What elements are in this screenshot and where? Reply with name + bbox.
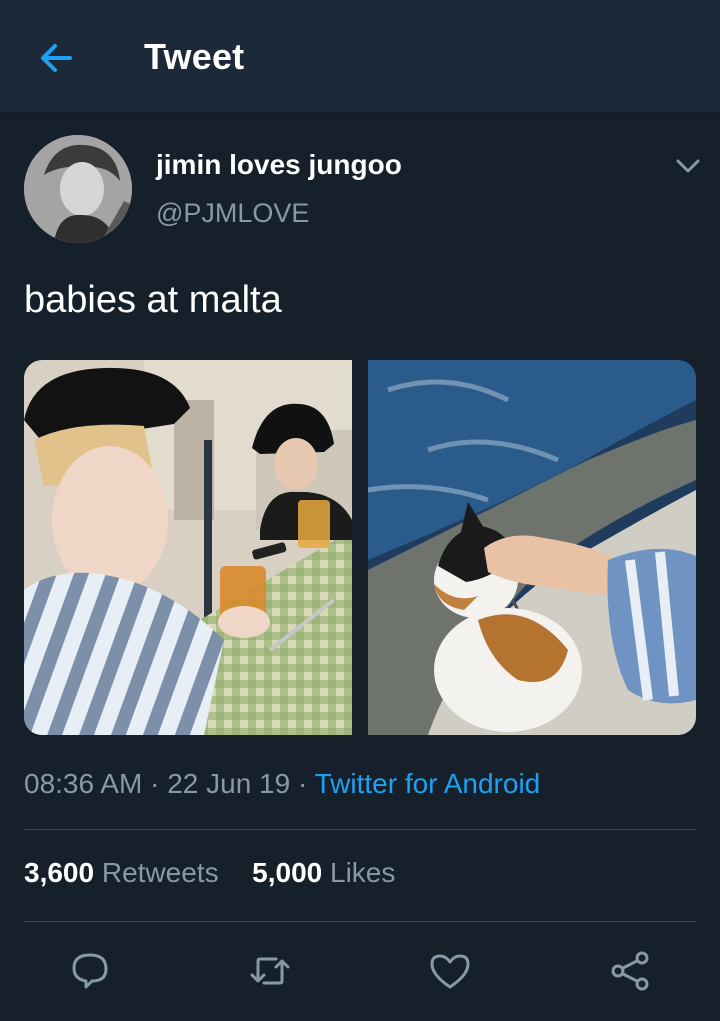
share-icon[interactable] bbox=[606, 947, 654, 995]
author-handle[interactable]: @PJMLOVE bbox=[156, 198, 309, 229]
retweets-label: Retweets bbox=[101, 857, 219, 888]
tweet-photo-1[interactable] bbox=[24, 360, 352, 735]
top-bar: Tweet bbox=[0, 0, 720, 113]
chevron-down-icon[interactable] bbox=[672, 150, 704, 182]
avatar[interactable] bbox=[24, 135, 132, 243]
page-title: Tweet bbox=[144, 36, 245, 77]
tweet-text: babies at malta bbox=[24, 279, 282, 321]
divider bbox=[24, 829, 696, 830]
tweet-time: 08:36 AM bbox=[24, 768, 143, 799]
retweet-icon[interactable] bbox=[246, 947, 294, 995]
like-icon[interactable] bbox=[426, 947, 474, 995]
back-arrow-icon[interactable] bbox=[36, 38, 76, 78]
tweet-meta: 08:36 AM · 22 Jun 19 · Twitter for Andro… bbox=[24, 768, 540, 800]
tweet-photo-2[interactable] bbox=[368, 360, 696, 735]
tweet-source-link[interactable]: Twitter for Android bbox=[315, 768, 541, 799]
likes-count: 5,000 bbox=[252, 857, 323, 888]
meta-separator: · bbox=[290, 768, 315, 799]
author-display-name[interactable]: jimin loves jungoo bbox=[156, 149, 402, 181]
retweets-count: 3,600 bbox=[24, 857, 95, 888]
retweets-stat[interactable]: 3,600 Retweets bbox=[24, 857, 219, 888]
divider bbox=[24, 921, 696, 922]
likes-stat[interactable]: 5,000 Likes bbox=[252, 857, 395, 888]
meta-separator: · bbox=[142, 768, 168, 799]
action-bar bbox=[0, 935, 720, 1005]
tweet-date: 22 Jun 19 bbox=[167, 768, 291, 799]
reply-icon[interactable] bbox=[66, 947, 114, 995]
likes-label: Likes bbox=[330, 857, 396, 888]
tweet-stats: 3,600 Retweets 5,000 Likes bbox=[24, 857, 395, 889]
